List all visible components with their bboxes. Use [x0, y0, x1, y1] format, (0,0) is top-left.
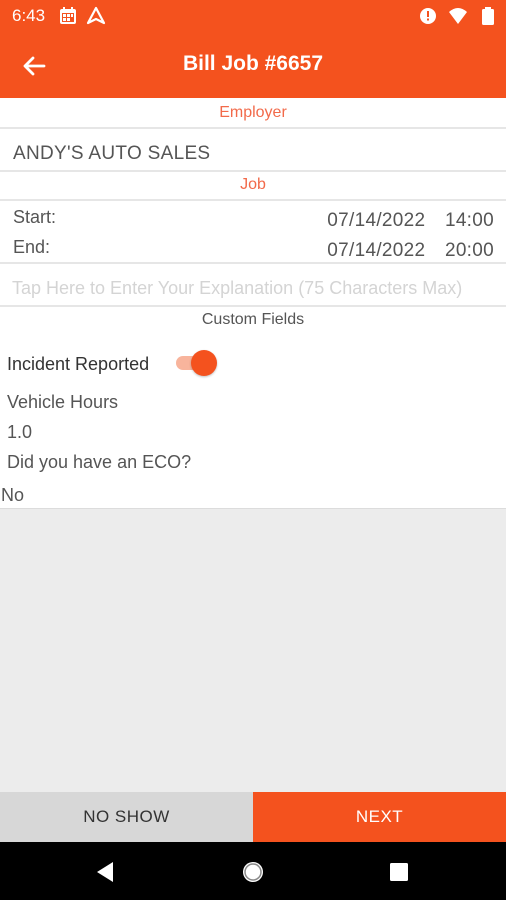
- status-bar: 6:43: [0, 0, 506, 32]
- end-datetime: 07/14/2022 20:00: [327, 240, 494, 261]
- start-datetime: 07/14/2022 14:00: [327, 210, 494, 231]
- calendar-icon: [60, 7, 76, 24]
- employer-name: ANDY'S AUTO SALES: [13, 143, 211, 164]
- incident-reported-label: Incident Reported: [7, 354, 150, 374]
- job-section-label: Job: [240, 176, 266, 193]
- custom-fields-label: Custom Fields: [201, 311, 305, 328]
- data-saver-icon: [420, 8, 436, 24]
- eco-label: Did you have an ECO?: [7, 452, 192, 472]
- wifi-icon: [449, 8, 467, 24]
- employer-section-label: Employer: [219, 104, 287, 121]
- battery-icon: [482, 7, 494, 25]
- back-triangle-icon[interactable]: [93, 859, 119, 885]
- status-time: 6:43: [12, 6, 46, 25]
- end-label: End:: [13, 237, 51, 257]
- system-nav-bar: [0, 842, 506, 900]
- divider: [0, 262, 506, 264]
- divider: [0, 305, 506, 307]
- navigation-icon: [86, 6, 106, 25]
- next-button[interactable]: NEXT: [253, 792, 506, 842]
- divider: [0, 170, 506, 172]
- divider: [0, 508, 506, 509]
- eco-value[interactable]: No: [1, 485, 24, 506]
- home-circle-icon[interactable]: [240, 859, 266, 885]
- no-show-button[interactable]: NO SHOW: [0, 792, 253, 842]
- toggle-thumb: [191, 350, 217, 376]
- divider: [0, 199, 506, 201]
- vehicle-hours-label: Vehicle Hours: [7, 392, 119, 412]
- incident-reported-toggle[interactable]: [176, 349, 217, 377]
- explanation-input[interactable]: [12, 268, 506, 308]
- start-label: Start:: [13, 207, 57, 227]
- page-title: Bill Job #6657: [182, 52, 324, 75]
- recents-square-icon[interactable]: [386, 859, 412, 885]
- vehicle-hours-value[interactable]: 1.0: [7, 422, 32, 443]
- app-bar: Bill Job #6657: [0, 32, 506, 98]
- divider: [0, 127, 506, 129]
